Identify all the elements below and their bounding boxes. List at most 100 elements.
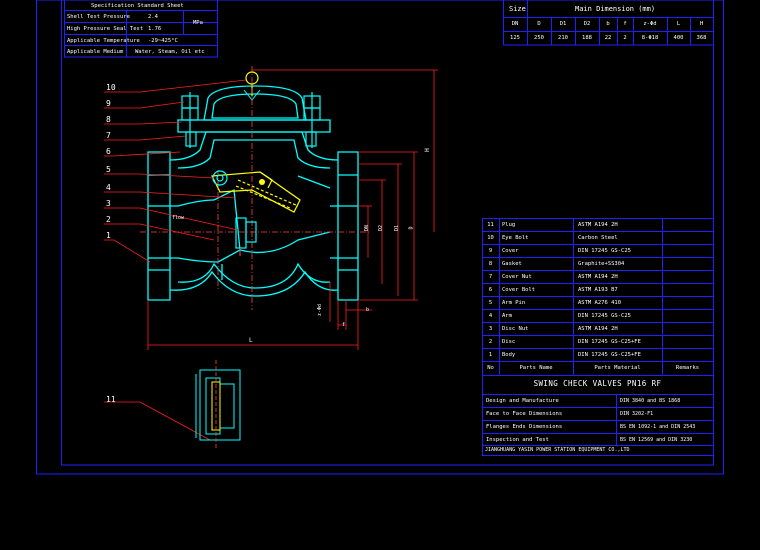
callout-number: 5	[106, 165, 111, 174]
valve-body-outline	[147, 85, 359, 301]
dimension-value-cell: 22	[604, 35, 612, 41]
callout-leaders	[104, 79, 247, 441]
f-label: f	[342, 322, 346, 328]
title-block-row-label: Face to Face Dimensions	[486, 411, 563, 417]
d2-label: D2	[378, 224, 385, 232]
callout-number: 1	[106, 231, 111, 240]
callout-number: 11	[106, 395, 116, 404]
parts-row-material: DIN 17245 GS-C25+FE	[578, 352, 641, 358]
spec-row-3-label: Applicable Temperature	[67, 38, 140, 44]
arm-pin	[212, 170, 228, 186]
disc-hatch	[259, 179, 265, 185]
parts-row-material: DIN 17245 GS-C25+FE	[578, 339, 641, 345]
parts-row-name: Cover Bolt	[502, 287, 536, 293]
parts-row-material: ASTM A194 2H	[578, 222, 618, 228]
callout-number: 2	[106, 215, 111, 224]
d-label: D	[408, 226, 415, 230]
dimension-value-cell: 250	[534, 35, 544, 41]
title-block-row-value: DIN 3202-F1	[620, 411, 654, 417]
length-label: L	[249, 337, 253, 344]
dimension-header-cell: DN	[511, 21, 519, 27]
spec-row-2-label: High Pressure Seal Test	[67, 26, 144, 32]
parts-row-material: Carbon Steel	[578, 235, 618, 241]
parts-row-material: ASTM A194 2H	[578, 326, 618, 332]
dimension-value-cell: 368	[696, 35, 707, 41]
parts-row-name: Gasket	[502, 261, 522, 267]
callout-number: 9	[106, 99, 111, 108]
title-block-row-label: Flanges Ends Dimensions	[486, 424, 563, 430]
disc-arm	[211, 171, 301, 213]
parts-row-material: ASTM A276 410	[578, 300, 622, 306]
title-block-row-value: BS EN 12569 and DIN 3230	[620, 437, 693, 443]
parts-row-no: 1	[488, 352, 493, 358]
parts-row-name: Cover Nut	[502, 274, 532, 280]
dimension-header-cell: D2	[583, 21, 591, 27]
parts-header-remarks: Remarks	[675, 365, 700, 371]
callout-number: 3	[106, 199, 111, 208]
title-block-row-value: DIN 3840 and BS 1868	[620, 398, 681, 404]
dimension-header-cell: f	[623, 21, 627, 27]
spec-row-1-label: Shell Test Pressure	[67, 14, 130, 20]
callout-number: 10	[106, 83, 116, 92]
title-block-title: SWING CHECK VALVES PN16 RF	[533, 379, 662, 388]
company-name: JIANGHUANG YASIN POWER STATION EQUIPMENT…	[485, 447, 630, 453]
parts-row-material: DIN 17245 GS-C25	[578, 248, 631, 254]
dimension-value-cell: 210	[558, 35, 568, 41]
parts-row-no: 3	[488, 326, 493, 332]
parts-row-name: Cover	[502, 248, 519, 254]
dimension-lines	[147, 69, 438, 350]
dimension-value-cell: 188	[582, 35, 592, 41]
parts-row-material: ASTM A194 2H	[578, 274, 618, 280]
b-label: b	[366, 307, 370, 313]
spec-row-4-label: Applicable Medium	[67, 49, 124, 55]
callout-number: 8	[106, 115, 111, 124]
parts-row-material: Graphite+SS304	[578, 261, 625, 267]
callout-number: 4	[106, 183, 111, 192]
dimension-value-cell: 2	[623, 35, 627, 41]
parts-row-name: Disc	[502, 339, 516, 345]
spec-row-4-value: Water, Steam, Oil etc	[135, 49, 205, 55]
parts-row-no: 10	[487, 235, 494, 241]
parts-header-name: Parts Name	[519, 365, 553, 371]
parts-row-name: Body	[502, 352, 516, 358]
dimension-header-cell: D	[537, 21, 541, 27]
parts-row-no: 5	[488, 300, 493, 306]
parts-row-no: 2	[488, 339, 493, 345]
dimension-value-cell: 8-Φ18	[641, 35, 659, 41]
title-block-row-value: BS EN 1092-1 and DIN 2543	[620, 424, 696, 430]
parts-row-material: ASTM A193 B7	[578, 287, 618, 293]
title-block-row-label: Design and Manufacture	[486, 398, 559, 404]
dimension-title: Main Dimension (mm)	[575, 5, 656, 13]
parts-row-no: 11	[487, 222, 494, 228]
cad-drawing-canvas: { "spec_table": { "title": "Specificatio…	[0, 0, 760, 550]
parts-header-no: No	[487, 365, 494, 371]
parts-row-name: Plug	[502, 222, 516, 228]
parts-header-material: Parts Material	[594, 365, 641, 371]
spec-unit: MPa	[193, 20, 203, 26]
spec-row-3-value: -29~425°C	[148, 38, 178, 44]
spec-row-1-value: 2.4	[148, 14, 158, 20]
dimension-header-cell: z-Φd	[643, 21, 657, 27]
dimension-header-cell: H	[699, 21, 704, 27]
parts-row-no: 6	[488, 287, 493, 293]
dimension-header-cell: D1	[559, 21, 567, 27]
parts-row-name: Arm	[502, 313, 512, 319]
parts-row-no: 7	[488, 274, 493, 280]
parts-row-name: Arm Pin	[502, 300, 526, 306]
parts-row-no: 9	[488, 248, 493, 254]
parts-row-material: DIN 17245 GS-C25	[578, 313, 631, 319]
parts-row-name: Disc Nut	[502, 326, 529, 332]
d1-label: D1	[394, 224, 401, 232]
callout-number: 7	[106, 131, 111, 140]
center-lines	[140, 66, 370, 310]
dimension-size-label: Size	[509, 5, 526, 13]
dimension-header-cell: b	[606, 21, 610, 27]
parts-row-name: Eye Bolt	[502, 235, 529, 241]
parts-row-no: 8	[488, 261, 493, 267]
callout-number: 6	[106, 147, 111, 156]
dimension-header-cell: L	[676, 21, 681, 27]
flow-label: flow	[172, 215, 185, 221]
dimension-value-cell: 400	[673, 35, 684, 41]
spec-row-2-value: 1.76	[148, 26, 162, 32]
dn-label: DN	[364, 224, 371, 232]
